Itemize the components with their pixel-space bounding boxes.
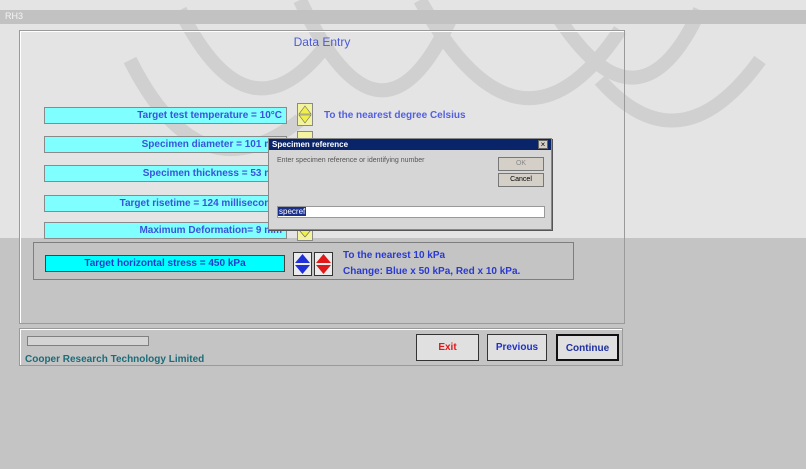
temperature-note: To the nearest degree Celsius xyxy=(324,110,466,121)
target-temperature-field[interactable]: Target test temperature = 10°C xyxy=(44,107,287,124)
temperature-spinner[interactable] xyxy=(297,103,313,126)
dialog-prompt: Enter specimen reference or identifying … xyxy=(277,157,425,164)
up-down-arrow-icon xyxy=(298,105,312,124)
company-name: Cooper Research Technology Limited xyxy=(25,354,205,365)
maximum-deformation-field[interactable]: Maximum Deformation= 9 mm xyxy=(44,222,287,239)
specimen-diameter-field[interactable]: Specimen diameter = 101 mm xyxy=(44,136,287,153)
close-icon[interactable]: × xyxy=(538,140,548,149)
title-bar: RH3 xyxy=(0,10,806,24)
cancel-button[interactable]: Cancel xyxy=(498,173,544,187)
specimen-reference-input[interactable]: specref xyxy=(277,206,545,218)
dialog-title-bar: Specimen reference × xyxy=(269,139,551,150)
window-title: RH3 xyxy=(5,11,24,21)
input-selected-text: specref xyxy=(278,207,307,216)
previous-button[interactable]: Previous xyxy=(487,334,547,361)
blue-stress-spinner[interactable] xyxy=(293,252,312,276)
panel-title: Data Entry xyxy=(293,35,351,49)
ok-button[interactable]: OK xyxy=(498,157,544,171)
progress-bar xyxy=(27,336,149,346)
red-stress-spinner[interactable] xyxy=(314,252,333,276)
target-risetime-field[interactable]: Target risetime = 124 milliseconds xyxy=(44,195,287,212)
stress-note-line1: To the nearest 10 kPa xyxy=(343,250,446,261)
red-up-down-arrow-icon xyxy=(316,254,331,274)
dialog-title: Specimen reference xyxy=(272,140,349,149)
target-horizontal-stress-field[interactable]: Target horizontal stress = 450 kPa xyxy=(45,255,285,272)
stress-note-line2: Change: Blue x 50 kPa, Red x 10 kPa. xyxy=(343,266,521,277)
blue-up-down-arrow-icon xyxy=(295,254,310,274)
specimen-reference-dialog: Specimen reference × Enter specimen refe… xyxy=(268,138,552,230)
exit-button[interactable]: Exit xyxy=(416,334,479,361)
specimen-thickness-field[interactable]: Specimen thickness = 53 mm xyxy=(44,165,287,182)
continue-button[interactable]: Continue xyxy=(556,334,619,361)
